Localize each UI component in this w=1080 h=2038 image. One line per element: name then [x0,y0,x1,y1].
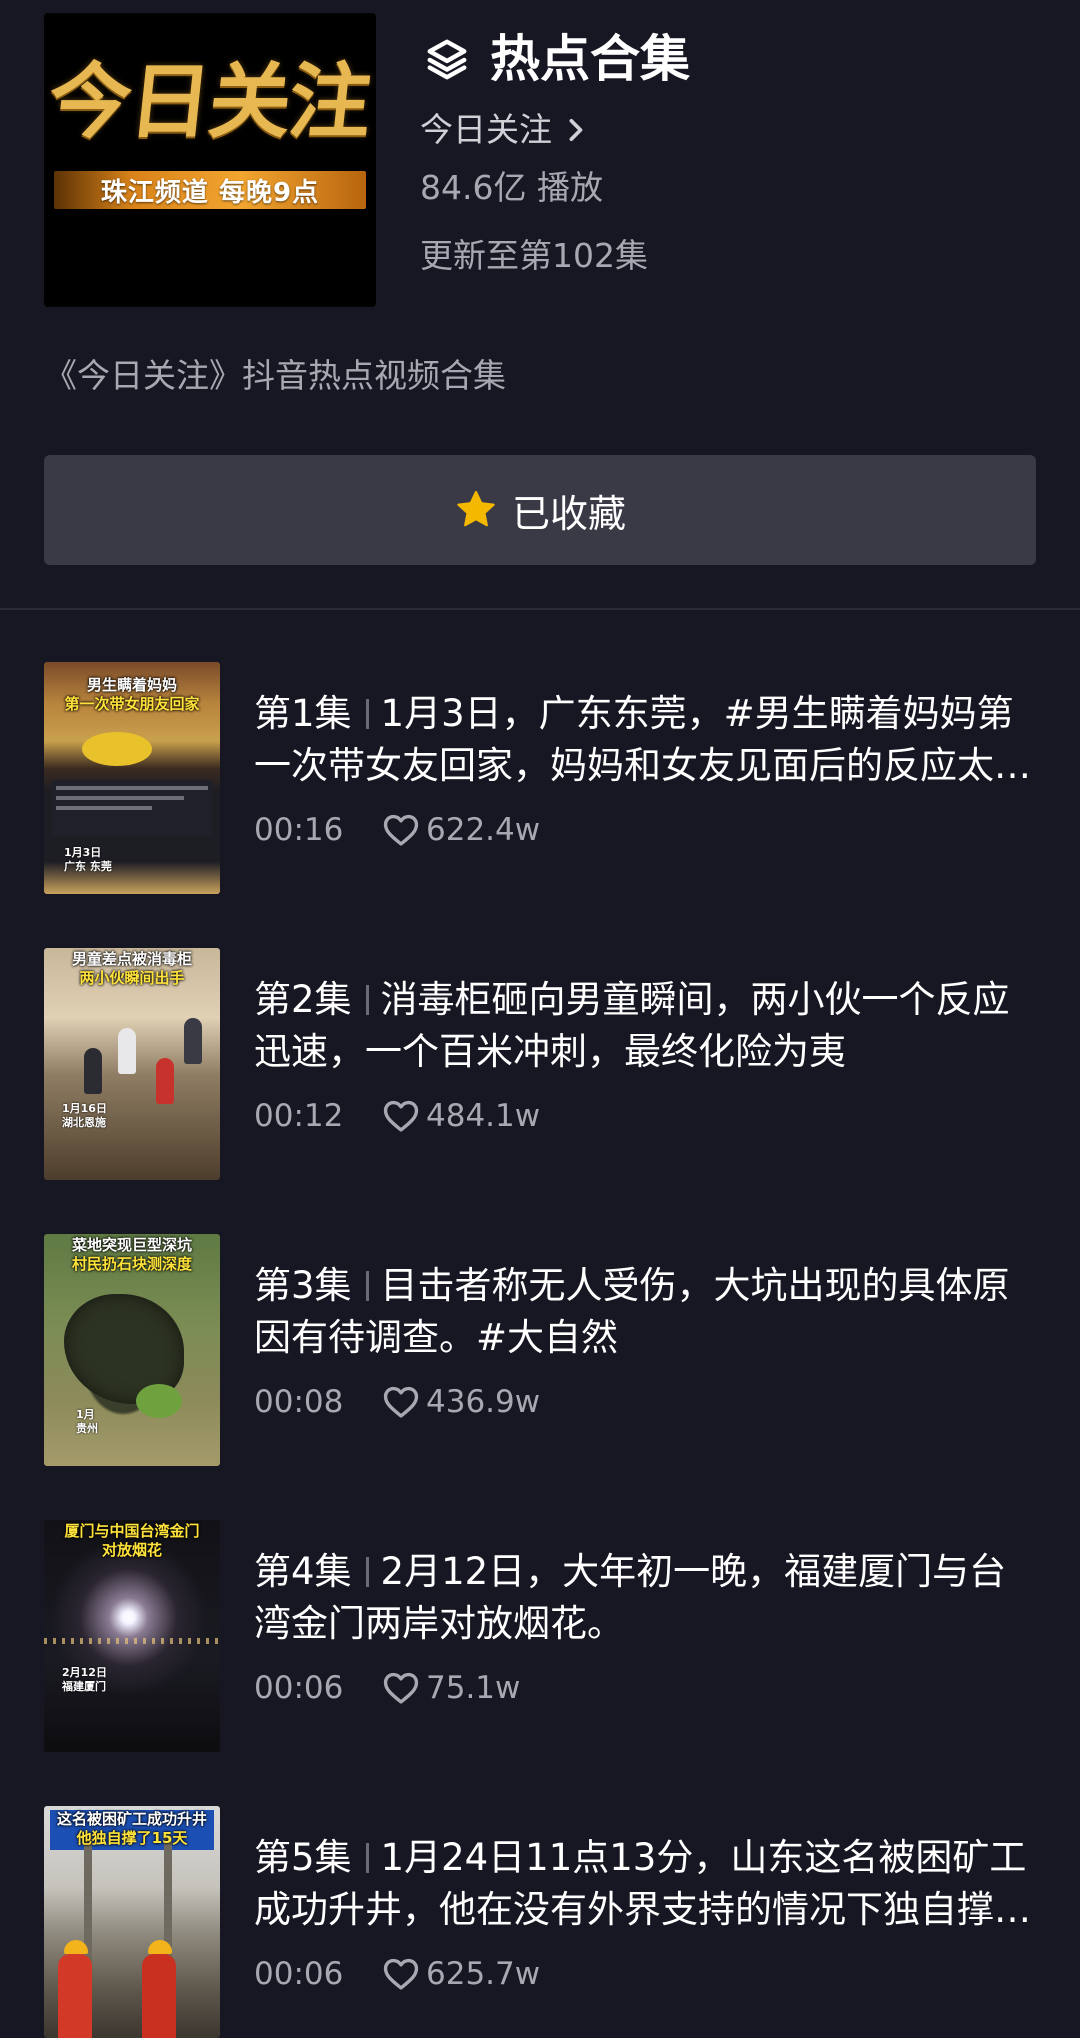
thumbnail-scene [84,1048,102,1094]
episode-item-1[interactable]: 男生瞒着妈妈 第一次带女朋友回家 1月3日 广东 东莞 第1集 1月3日，广东东莞… [44,662,1036,894]
thumbnail-scene [142,1954,176,2038]
thumbnail-scene [82,732,152,766]
episode-likes: 625.7w [426,1956,541,1992]
thumbnail-scene [118,1028,136,1074]
episode-item-2[interactable]: 男童差点被消毒柜 两小伙瞬间出手 1月16日 湖北恩施 第2集 消毒柜砸向男童瞬间… [44,948,1036,1180]
cover-logo: 今日关注 [44,54,375,150]
collection-title: 热点合集 [424,28,690,90]
thumbnail-scene [136,1384,182,1418]
episode-duration: 00:06 [254,1956,344,1992]
chevron-right-icon [569,119,583,142]
episode-item-4[interactable]: 厦门与中国台湾金门 对放烟花 2月12日 福建厦门 第4集 2月12日，大年初一晚… [44,1520,1036,1752]
episode-item-3[interactable]: 菜地突现巨型深坑 村民扔石块测深度 1月 贵州 第3集 目击者称无人受伤，大坑出现… [44,1234,1036,1466]
episode-title: 第4集 2月12日，大年初一晚，福建厦门与台湾金门两岸对放烟花。 [254,1546,1036,1650]
episode-likes: 436.9w [426,1384,541,1420]
layers-icon [427,39,467,80]
episode-thumbnail: 菜地突现巨型深坑 村民扔石块测深度 1月 贵州 [44,1234,220,1466]
favorite-button[interactable]: 已收藏 [44,455,1036,565]
thumbnail-caption: 厦门与中国台湾金门 对放烟花 [64,1522,200,1559]
heart-icon [383,1100,419,1132]
episode-number: 第2集 [254,978,352,1021]
thumbnail-caption: 男生瞒着妈妈 第一次带女朋友回家 [64,676,200,713]
thumbnail-date: 1月 贵州 [76,1408,98,1435]
heart-icon [383,1958,419,1990]
episode-duration: 00:08 [254,1384,344,1420]
separator [365,1557,369,1587]
play-count: 84.6亿 播放 [420,168,603,207]
episode-likes: 622.4w [426,812,541,848]
episode-number: 第3集 [254,1264,352,1307]
episode-thumbnail: 男童差点被消毒柜 两小伙瞬间出手 1月16日 湖北恩施 [44,948,220,1180]
favorite-label: 已收藏 [511,491,626,536]
thumbnail-scene [44,1638,220,1644]
thumbnail-scene [58,1954,92,2038]
episode-title: 第3集 目击者称无人受伤，大坑出现的具体原因有待调查。#大自然 [254,1260,1036,1364]
episode-duration: 00:16 [254,812,344,848]
episode-duration: 00:12 [254,1098,344,1134]
thumbnail-date: 1月3日 广东 东莞 [64,846,112,873]
collection-description: 《今日关注》抖音热点视频合集 [44,356,506,395]
episode-description: 1月24日11点13分，山东这名被困矿工成功升井，他在没有外界支持的情况下独自撑… [254,1836,1031,1931]
episode-meta: 00:06 625.7w [254,1952,540,1996]
episode-meta: 00:12 484.1w [254,1094,540,1138]
separator [365,985,369,1015]
episode-thumbnail: 厦门与中国台湾金门 对放烟花 2月12日 福建厦门 [44,1520,220,1752]
episode-likes: 75.1w [426,1670,521,1706]
update-status: 更新至第102集 [420,236,648,275]
episode-meta: 00:08 436.9w [254,1380,540,1424]
episode-number: 第4集 [254,1550,352,1593]
episode-likes: 484.1w [426,1098,541,1134]
episode-meta: 00:16 622.4w [254,808,540,852]
episode-thumbnail: 男生瞒着妈妈 第一次带女朋友回家 1月3日 广东 东莞 [44,662,220,894]
thumbnail-scene [156,1058,174,1104]
episode-meta: 00:06 75.1w [254,1666,520,1710]
thumbnail-date: 2月12日 福建厦门 [62,1666,107,1693]
heart-icon [383,1386,419,1418]
episode-thumbnail: 这名被困矿工成功升井 他独自撑了15天 [44,1806,220,2038]
thumbnail-caption: 这名被困矿工成功升井 他独自撑了15天 [56,1810,207,1847]
source-account-name: 今日关注 [420,110,552,149]
episode-number: 第1集 [254,692,352,735]
episode-title: 第1集 1月3日，广东东莞，#男生瞒着妈妈第一次带女友回家，妈妈和女友见面后的反应… [254,688,1036,792]
thumbnail-date: 1月16日 湖北恩施 [62,1102,107,1129]
thumbnail-caption: 男童差点被消毒柜 两小伙瞬间出手 [71,950,192,987]
episode-number: 第5集 [254,1836,352,1879]
star-icon [457,490,495,527]
heart-icon [383,814,419,846]
episode-item-5[interactable]: 这名被困矿工成功升井 他独自撑了15天 第5集 1月24日11点13分，山东这名被… [44,1806,1036,2038]
source-account-link[interactable]: 今日关注 [420,108,586,152]
episode-description: 1月3日，广东东莞，#男生瞒着妈妈第一次带女友回家，妈妈和女友见面后的反应太可爱… [254,692,1031,787]
separator [365,1843,369,1873]
cover-strip: 珠江频道 每晚9点 [54,171,366,209]
separator [365,1271,369,1301]
thumbnail-scene [184,1018,202,1064]
section-divider [0,608,1080,610]
collection-cover: 今日关注 珠江频道 每晚9点 [44,13,376,307]
thumbnail-scene [52,780,212,836]
episode-title: 第2集 消毒柜砸向男童瞬间，两小伙一个反应迅速，一个百米冲刺，最终化险为夷 [254,974,1036,1078]
episode-title: 第5集 1月24日11点13分，山东这名被困矿工成功升井，他在没有外界支持的情况下… [254,1832,1036,1936]
heart-icon [383,1672,419,1704]
separator [365,699,369,729]
thumbnail-caption: 菜地突现巨型深坑 村民扔石块测深度 [71,1236,192,1273]
page-title: 热点合集 [490,30,690,88]
episode-duration: 00:06 [254,1670,344,1706]
